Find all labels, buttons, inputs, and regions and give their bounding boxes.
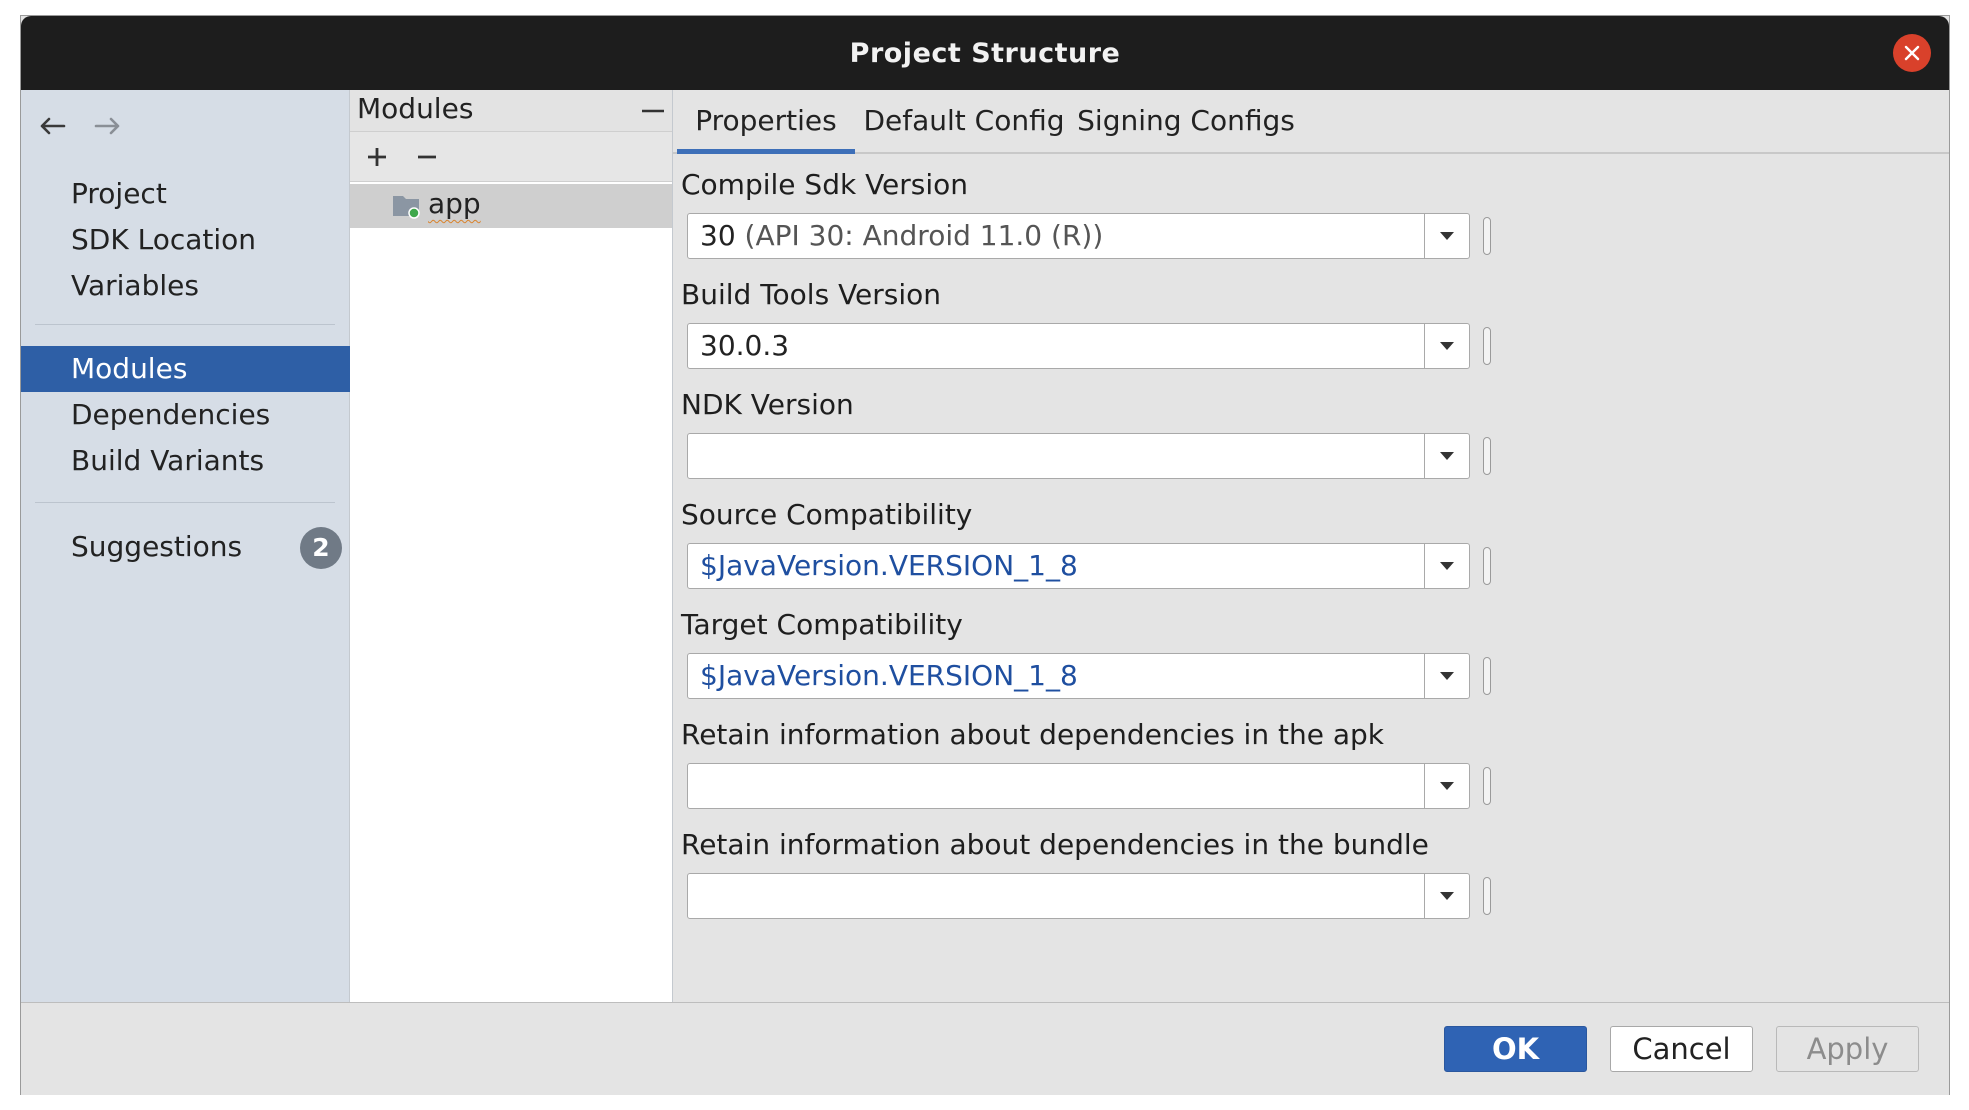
retain-apk-dependencies-label: Retain information about dependencies in…: [681, 718, 1384, 751]
suggestions-count-badge: 2: [300, 527, 342, 569]
sidebar-item-modules[interactable]: Modules: [21, 346, 350, 392]
dropdown-arrow[interactable]: [1424, 764, 1469, 808]
history-navigation: [35, 112, 125, 140]
compile-sdk-version-number: 30: [700, 219, 736, 252]
chevron-down-icon: [1440, 782, 1454, 790]
compile-sdk-version-value: 30 (API 30: Android 11.0 (R)): [700, 214, 1103, 258]
modules-toolbar: [350, 132, 672, 182]
add-module-button[interactable]: [362, 142, 392, 172]
remove-icon: [418, 155, 436, 159]
back-button[interactable]: [35, 112, 69, 140]
dialog-footer: OK Cancel Apply: [21, 1002, 1949, 1095]
forward-arrow-icon: [94, 117, 120, 135]
collapse-panel-button[interactable]: [638, 98, 668, 124]
minimize-icon: [642, 109, 664, 113]
dropdown-arrow[interactable]: [1424, 324, 1469, 368]
cancel-button[interactable]: Cancel: [1610, 1026, 1753, 1072]
chevron-down-icon: [1440, 562, 1454, 570]
dropdown-arrow[interactable]: [1424, 214, 1469, 258]
sidebar-item-variables[interactable]: Variables: [21, 263, 350, 309]
apply-button[interactable]: Apply: [1776, 1026, 1919, 1072]
project-structure-dialog: Project Structure Project SDK Location V…: [20, 15, 1950, 1095]
folder-icon: [393, 196, 420, 219]
dropdown-arrow[interactable]: [1424, 874, 1469, 918]
sidebar-item-dependencies[interactable]: Dependencies: [21, 392, 350, 438]
target-compatibility-dropdown[interactable]: $JavaVersion.VERSION_1_8: [687, 653, 1470, 699]
sidebar: Project SDK Location Variables Modules D…: [21, 90, 350, 1002]
retain-bundle-dependencies-dropdown[interactable]: [687, 873, 1470, 919]
sidebar-item-suggestions[interactable]: Suggestions 2: [21, 524, 350, 570]
add-icon: [368, 148, 386, 166]
sidebar-item-label: Suggestions: [71, 530, 243, 563]
build-tools-version-dropdown[interactable]: 30.0.3: [687, 323, 1470, 369]
close-icon: [1904, 45, 1920, 61]
forward-button[interactable]: [91, 112, 125, 140]
variable-picker-handle[interactable]: [1483, 327, 1491, 365]
module-name: app: [428, 187, 481, 220]
tab-default-config[interactable]: Default Config: [859, 90, 1069, 154]
tab-properties[interactable]: Properties: [677, 90, 855, 154]
compile-sdk-version-dropdown[interactable]: 30 (API 30: Android 11.0 (R)): [687, 213, 1470, 259]
dropdown-arrow[interactable]: [1424, 544, 1469, 588]
chevron-down-icon: [1440, 232, 1454, 240]
dialog-title: Project Structure: [849, 37, 1121, 69]
back-arrow-icon: [40, 117, 66, 135]
chevron-down-icon: [1440, 892, 1454, 900]
modules-panel: Modules app: [350, 90, 673, 1002]
source-compatibility-value: $JavaVersion.VERSION_1_8: [700, 549, 1078, 582]
sidebar-divider: [35, 502, 335, 503]
sidebar-item-project[interactable]: Project: [21, 171, 350, 217]
remove-module-button[interactable]: [412, 142, 442, 172]
compile-sdk-version-detail: (API 30: Android 11.0 (R)): [735, 219, 1104, 252]
dropdown-arrow[interactable]: [1424, 654, 1469, 698]
sidebar-item-sdk-location[interactable]: SDK Location: [21, 217, 350, 263]
tab-signing-configs[interactable]: Signing Configs: [1073, 90, 1299, 154]
modules-panel-title: Modules: [357, 92, 474, 125]
sidebar-item-build-variants[interactable]: Build Variants: [21, 438, 350, 484]
build-tools-version-value: 30.0.3: [700, 329, 790, 362]
variable-picker-handle[interactable]: [1483, 547, 1491, 585]
title-bar: Project Structure: [21, 16, 1949, 90]
variable-picker-handle[interactable]: [1483, 877, 1491, 915]
module-settings-panel: Properties Default Config Signing Config…: [673, 90, 1949, 1002]
chevron-down-icon: [1440, 452, 1454, 460]
ndk-version-dropdown[interactable]: [687, 433, 1470, 479]
close-button[interactable]: [1893, 34, 1931, 72]
source-compatibility-label: Source Compatibility: [681, 498, 973, 531]
sidebar-divider: [35, 324, 335, 325]
variable-picker-handle[interactable]: [1483, 657, 1491, 695]
target-compatibility-label: Target Compatibility: [681, 608, 963, 641]
variable-picker-handle[interactable]: [1483, 437, 1491, 475]
modules-panel-header: Modules: [350, 90, 672, 132]
compile-sdk-version-label: Compile Sdk Version: [681, 168, 969, 201]
retain-bundle-dependencies-label: Retain information about dependencies in…: [681, 828, 1429, 861]
variable-picker-handle[interactable]: [1483, 767, 1491, 805]
build-tools-version-label: Build Tools Version: [681, 278, 942, 311]
tab-bar: Properties Default Config Signing Config…: [673, 90, 1949, 154]
chevron-down-icon: [1440, 672, 1454, 680]
module-list-item[interactable]: app: [350, 184, 672, 228]
retain-apk-dependencies-dropdown[interactable]: [687, 763, 1470, 809]
variable-picker-handle[interactable]: [1483, 217, 1491, 255]
ok-button[interactable]: OK: [1444, 1026, 1587, 1072]
source-compatibility-dropdown[interactable]: $JavaVersion.VERSION_1_8: [687, 543, 1470, 589]
ndk-version-label: NDK Version: [681, 388, 854, 421]
dropdown-arrow[interactable]: [1424, 434, 1469, 478]
chevron-down-icon: [1440, 342, 1454, 350]
target-compatibility-value: $JavaVersion.VERSION_1_8: [700, 659, 1078, 692]
